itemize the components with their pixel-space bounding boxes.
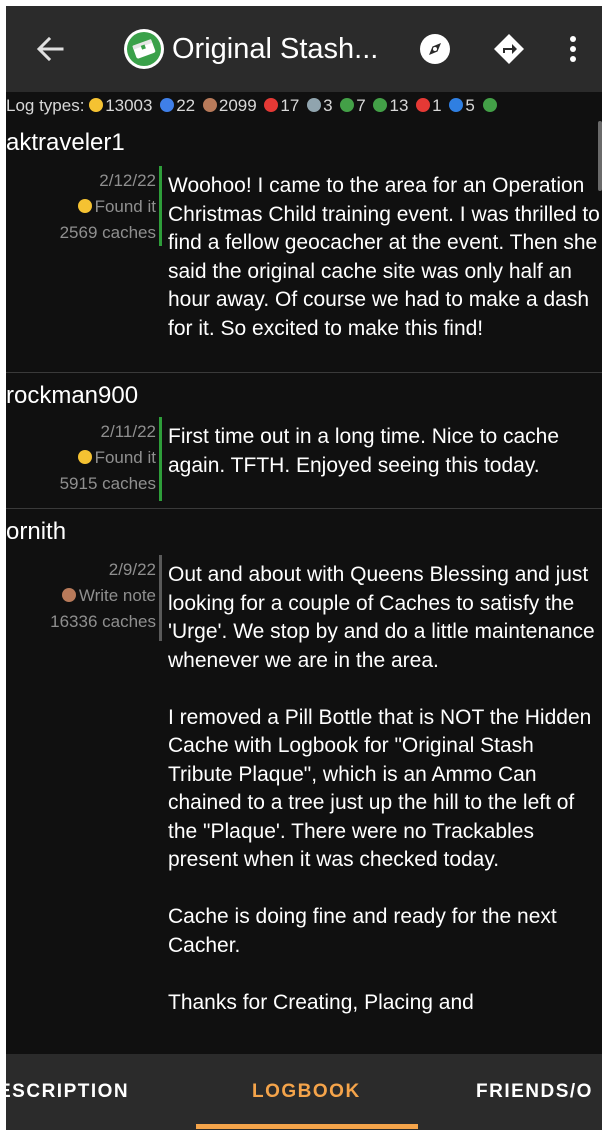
log-author[interactable]: rockman900 (6, 381, 138, 411)
tab-friends[interactable]: FRIENDS/O (476, 1054, 593, 1130)
log-type-label: Found it (94, 448, 156, 467)
more-vert-icon[interactable] (560, 32, 586, 66)
archived-count: 1 (432, 96, 442, 115)
note-indicator-bar (159, 555, 162, 641)
needs-maintenance-icon (264, 98, 279, 112)
scrollbar[interactable] (598, 121, 602, 191)
log-type-count: 1 (416, 94, 442, 118)
arrow-back-icon[interactable] (34, 33, 66, 65)
tab-logbook[interactable]: LOGBOOK (252, 1054, 361, 1130)
write-note-icon (61, 588, 76, 602)
published-icon (373, 98, 388, 112)
log-type-count: 17 (264, 94, 299, 118)
found-it-icon (77, 199, 92, 213)
log-meta: 2/12/22 Found it 2569 caches (6, 168, 156, 246)
log-paragraph: Thanks for Creating, Placing and (168, 990, 474, 1014)
log-type-count: 13 (373, 94, 408, 118)
log-type-count: 2099 (202, 94, 257, 118)
log-text: Out and about with Queens Blessing and j… (168, 561, 602, 1017)
log-type: Found it (6, 194, 156, 220)
write-note-icon (202, 98, 217, 112)
bottom-tab-bar: ESCRIPTION LOGBOOK FRIENDS/O (6, 1054, 602, 1130)
log-type-count: 13003 (89, 94, 152, 118)
log-type-count: 3 (307, 94, 333, 118)
archived-icon (416, 98, 431, 112)
log-date: 2/11/22 (100, 422, 156, 441)
found-it-icon (89, 98, 104, 112)
write-note-count: 2099 (218, 96, 257, 115)
log-types-label: Log types: (6, 96, 85, 115)
found-indicator-bar (159, 417, 162, 501)
enabled-icon (340, 98, 355, 112)
log-paragraph: First time out in a long time. Nice to c… (168, 425, 559, 477)
log-cache-count: 2569 caches (59, 223, 156, 242)
log-types-summary: Log types: 13003 22 2099 17 3 7 13 1 5 (6, 94, 602, 118)
log-author[interactable]: aktraveler1 (6, 128, 125, 158)
active-tab-indicator (196, 1124, 418, 1129)
navigate-icon[interactable] (492, 32, 526, 66)
log-paragraph: Out and about with Queens Blessing and j… (168, 563, 595, 672)
log-type-label: Found it (94, 197, 156, 216)
log-entry[interactable]: rockman900 2/11/22 Found it 5915 caches … (6, 372, 602, 509)
traditional-cache-icon (124, 29, 164, 69)
log-paragraph: Woohoo! I came to the area for an Operat… (168, 174, 600, 340)
compass-icon[interactable] (418, 32, 452, 66)
log-type: Write note (6, 583, 156, 609)
found-it-icon (77, 450, 92, 464)
needs-maintenance-count: 17 (280, 96, 300, 115)
tab-description[interactable]: ESCRIPTION (6, 1054, 129, 1130)
update-coordinates-icon (482, 98, 497, 112)
log-entry[interactable]: ornith 2/9/22 Write note 16336 caches Ou… (6, 508, 602, 1069)
log-type-count: 7 (340, 94, 366, 118)
log-type-label: Write note (78, 586, 156, 605)
owner-maintenance-icon (449, 98, 464, 112)
app-title: Original Stash... (172, 33, 379, 65)
owner-maintenance-count: 5 (465, 96, 475, 115)
log-author[interactable]: ornith (6, 517, 66, 547)
log-type-count: 5 (449, 94, 475, 118)
log-type-count (482, 94, 499, 118)
didnt-find-icon (160, 98, 175, 112)
found-indicator-bar (159, 166, 162, 246)
temporarily-disabled-icon (307, 98, 322, 112)
top-app-bar: Original Stash... (6, 6, 602, 92)
log-cache-count: 5915 caches (59, 474, 156, 493)
log-text: First time out in a long time. Nice to c… (168, 423, 602, 480)
published-count: 13 (389, 96, 409, 115)
found-it-count: 13003 (105, 96, 153, 115)
log-date: 2/9/22 (108, 560, 156, 579)
log-date: 2/12/22 (99, 171, 156, 190)
didnt-find-count: 22 (176, 96, 196, 115)
log-type: Found it (6, 445, 156, 471)
log-meta: 2/11/22 Found it 5915 caches (6, 419, 156, 497)
enabled-count: 7 (356, 96, 366, 115)
log-text: Woohoo! I came to the area for an Operat… (168, 172, 602, 343)
temporarily-disabled-count: 3 (323, 96, 333, 115)
log-paragraph: Cache is doing fine and ready for the ne… (168, 905, 557, 957)
logbook-screen: Original Stash... Log types: 13003 22 20… (6, 6, 602, 1130)
log-cache-count: 16336 caches (50, 612, 156, 631)
log-entry[interactable]: aktraveler1 2/12/22 Found it 2569 caches… (6, 120, 602, 372)
log-paragraph: I removed a Pill Bottle that is NOT the … (168, 705, 592, 872)
log-meta: 2/9/22 Write note 16336 caches (6, 557, 156, 635)
log-type-count: 22 (160, 94, 195, 118)
